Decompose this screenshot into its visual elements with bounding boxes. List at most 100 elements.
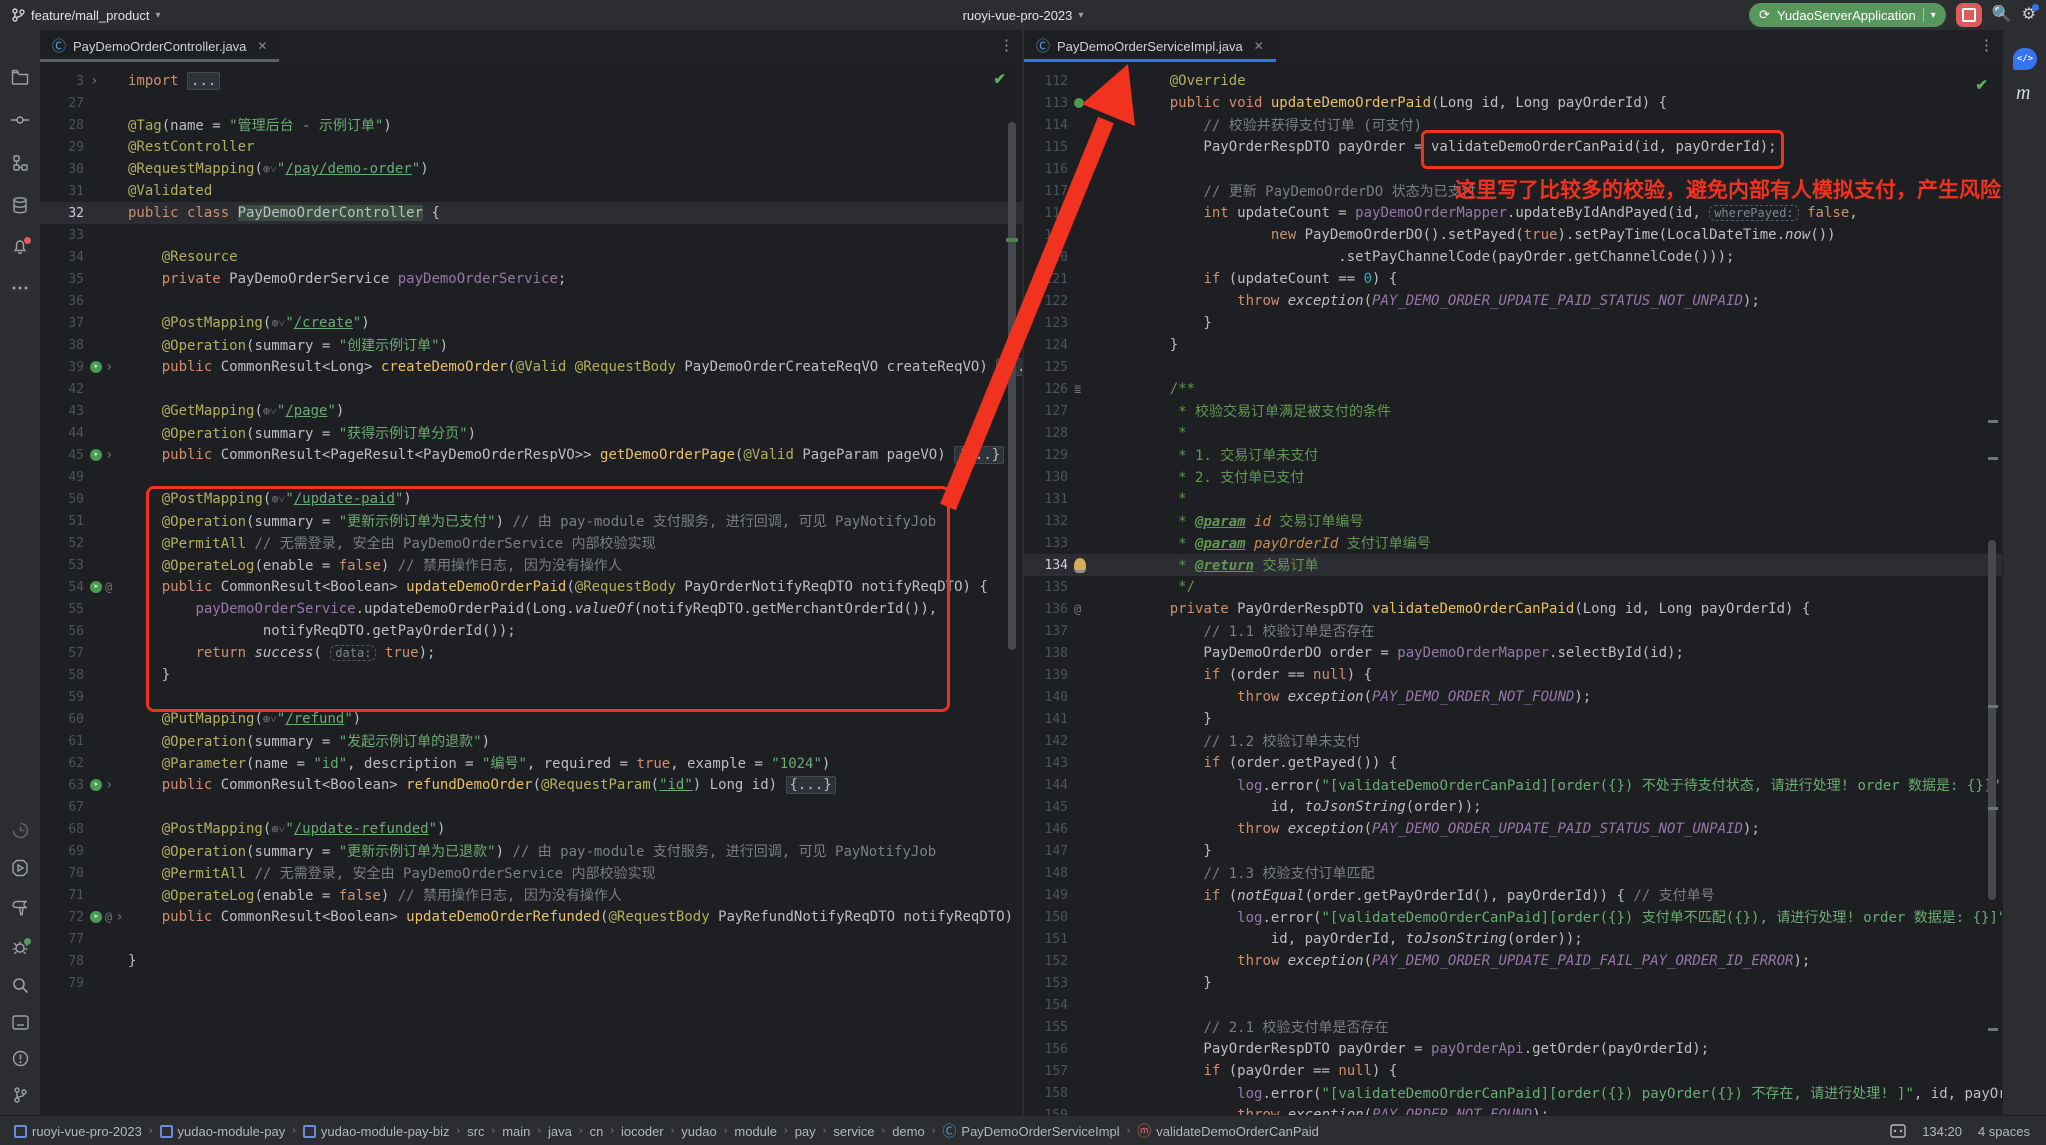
- code-line[interactable]: 145 id, toJsonString(order));: [1024, 796, 2002, 818]
- code-line[interactable]: 119 new PayDemoOrderDO().setPayed(true).…: [1024, 224, 2002, 246]
- breadcrumb-item[interactable]: demo: [892, 1124, 925, 1139]
- code-line[interactable]: 132 * @param id 交易订单编号: [1024, 510, 2002, 532]
- code-line[interactable]: 135 */: [1024, 576, 2002, 598]
- code-line[interactable]: 61 @Operation(summary = "发起示例订单的退款"): [40, 730, 1022, 752]
- tab-paydemoordercontroller[interactable]: Ⓒ PayDemoOrderController.java ✕: [40, 30, 279, 62]
- line-number[interactable]: 124: [1024, 338, 1074, 353]
- fold-arrow-icon[interactable]: ›: [105, 447, 113, 463]
- history-icon[interactable]: [0, 815, 40, 845]
- line-number[interactable]: 3: [40, 74, 90, 89]
- code-line[interactable]: 33: [40, 224, 1022, 246]
- code-line[interactable]: 130 * 2. 支付单已支付: [1024, 466, 2002, 488]
- line-number[interactable]: 62: [40, 756, 90, 771]
- close-icon[interactable]: ✕: [1254, 39, 1264, 53]
- breadcrumb-item[interactable]: yudao: [681, 1124, 716, 1139]
- code-line[interactable]: 113↑ public void updateDemoOrderPaid(Lon…: [1024, 92, 2002, 114]
- breadcrumb-item[interactable]: java: [548, 1124, 572, 1139]
- line-number[interactable]: 155: [1024, 1020, 1074, 1035]
- line-number[interactable]: 131: [1024, 492, 1074, 507]
- line-number[interactable]: 134: [1024, 558, 1074, 573]
- line-number[interactable]: 35: [40, 272, 90, 287]
- code-line[interactable]: 68 @PostMapping(⊕˅"/update-refunded"): [40, 818, 1022, 840]
- caret-position[interactable]: 134:20: [1922, 1124, 1962, 1139]
- line-number[interactable]: 67: [40, 800, 90, 815]
- structure-icon[interactable]: [0, 148, 40, 178]
- branch-widget[interactable]: feature/mall_product ▾: [12, 8, 161, 23]
- code-line[interactable]: 32public class PayDemoOrderController {: [40, 202, 1022, 224]
- code-line[interactable]: 60 @PutMapping(⊕˅"/refund"): [40, 708, 1022, 730]
- code-line[interactable]: 157 if (payOrder == null) {: [1024, 1060, 2002, 1082]
- vcs-branch-icon[interactable]: [0, 1080, 40, 1110]
- code-line[interactable]: 71 @OperateLog(enable = false) // 禁用操作日志…: [40, 884, 1022, 906]
- line-number[interactable]: 42: [40, 382, 90, 397]
- search-icon[interactable]: [0, 970, 40, 1000]
- line-number[interactable]: 156: [1024, 1042, 1074, 1057]
- inspections-ok-icon[interactable]: ✔: [993, 70, 1006, 88]
- line-number[interactable]: 29: [40, 140, 90, 155]
- code-editor-right[interactable]: 112 @Override113↑ public void updateDemo…: [1024, 62, 2002, 1115]
- code-line[interactable]: 62 @Parameter(name = "id", description =…: [40, 752, 1022, 774]
- line-number[interactable]: 120: [1024, 250, 1074, 265]
- line-number[interactable]: 146: [1024, 822, 1074, 837]
- fold-arrow-icon[interactable]: ›: [105, 359, 113, 375]
- breadcrumb-item[interactable]: pay: [795, 1124, 816, 1139]
- build-icon[interactable]: [0, 893, 40, 923]
- line-number[interactable]: 150: [1024, 910, 1074, 925]
- code-line[interactable]: 154: [1024, 994, 2002, 1016]
- line-number[interactable]: 143: [1024, 756, 1074, 771]
- code-line[interactable]: 144 log.error("[validateDemoOrderCanPaid…: [1024, 774, 2002, 796]
- run-icon[interactable]: [0, 853, 40, 883]
- line-number[interactable]: 57: [40, 646, 90, 661]
- breadcrumb-item[interactable]: ⒸPayDemoOrderServiceImpl: [942, 1121, 1119, 1141]
- line-number[interactable]: 51: [40, 514, 90, 529]
- line-number[interactable]: 113: [1024, 96, 1074, 111]
- line-number[interactable]: 27: [40, 96, 90, 111]
- code-line[interactable]: 124 }: [1024, 334, 2002, 356]
- code-line[interactable]: 114 // 校验并获得支付订单 (可支付): [1024, 114, 2002, 136]
- code-line[interactable]: 140 throw exception(PAY_DEMO_ORDER_NOT_F…: [1024, 686, 2002, 708]
- code-line[interactable]: 158 log.error("[validateDemoOrderCanPaid…: [1024, 1082, 2002, 1104]
- line-number[interactable]: 39: [40, 360, 90, 375]
- code-line[interactable]: 159 throw exception(PAY_ORDER_NOT_FOUND)…: [1024, 1104, 2002, 1115]
- code-line[interactable]: 44 @Operation(summary = "获得示例订单分页"): [40, 422, 1022, 444]
- code-line[interactable]: 152 throw exception(PAY_DEMO_ORDER_UPDAT…: [1024, 950, 2002, 972]
- code-line[interactable]: 142 // 1.2 校验订单未支付: [1024, 730, 2002, 752]
- line-number[interactable]: 159: [1024, 1108, 1074, 1116]
- indent-setting[interactable]: 4 spaces: [1978, 1124, 2030, 1139]
- code-line[interactable]: 55 payDemoOrderService.updateDemoOrderPa…: [40, 598, 1022, 620]
- code-line[interactable]: 27: [40, 92, 1022, 114]
- breadcrumb-item[interactable]: yudao-module-pay-biz: [303, 1124, 450, 1139]
- code-line[interactable]: 128 *: [1024, 422, 2002, 444]
- line-number[interactable]: 152: [1024, 954, 1074, 969]
- line-number[interactable]: 53: [40, 558, 90, 573]
- code-line[interactable]: 134 * @return 交易订单: [1024, 554, 2002, 576]
- line-number[interactable]: 115: [1024, 140, 1074, 155]
- ai-chat-icon[interactable]: </>: [2013, 48, 2037, 70]
- line-number[interactable]: 112: [1024, 74, 1074, 89]
- line-number[interactable]: 61: [40, 734, 90, 749]
- code-line[interactable]: 29@RestController: [40, 136, 1022, 158]
- line-number[interactable]: 63: [40, 778, 90, 793]
- code-line[interactable]: 28@Tag(name = "管理后台 - 示例订单"): [40, 114, 1022, 136]
- code-line[interactable]: 146 throw exception(PAY_DEMO_ORDER_UPDAT…: [1024, 818, 2002, 840]
- fold-arrow-icon[interactable]: ›: [90, 73, 98, 89]
- line-number[interactable]: 31: [40, 184, 90, 199]
- line-number[interactable]: 79: [40, 976, 90, 991]
- intention-bulb-icon[interactable]: [1074, 558, 1086, 573]
- code-line[interactable]: 136@ private PayOrderRespDTO validateDem…: [1024, 598, 2002, 620]
- code-line[interactable]: 133 * @param payOrderId 支付订单编号: [1024, 532, 2002, 554]
- debug-icon[interactable]: [0, 932, 40, 962]
- more-icon[interactable]: [0, 273, 40, 303]
- code-line[interactable]: 31@Validated: [40, 180, 1022, 202]
- line-number[interactable]: 55: [40, 602, 90, 617]
- breadcrumb-item[interactable]: main: [502, 1124, 530, 1139]
- line-number[interactable]: 43: [40, 404, 90, 419]
- breadcrumb-item[interactable]: service: [833, 1124, 874, 1139]
- line-number[interactable]: 50: [40, 492, 90, 507]
- code-line[interactable]: 151 id, payOrderId, toJsonString(order))…: [1024, 928, 2002, 950]
- line-number[interactable]: 71: [40, 888, 90, 903]
- line-number[interactable]: 54: [40, 580, 90, 595]
- code-line[interactable]: 43 @GetMapping(⊕˅"/page"): [40, 400, 1022, 422]
- code-line[interactable]: 120 .setPayChannelCode(payOrder.getChann…: [1024, 246, 2002, 268]
- code-line[interactable]: 50 @PostMapping(⊕˅"/update-paid"): [40, 488, 1022, 510]
